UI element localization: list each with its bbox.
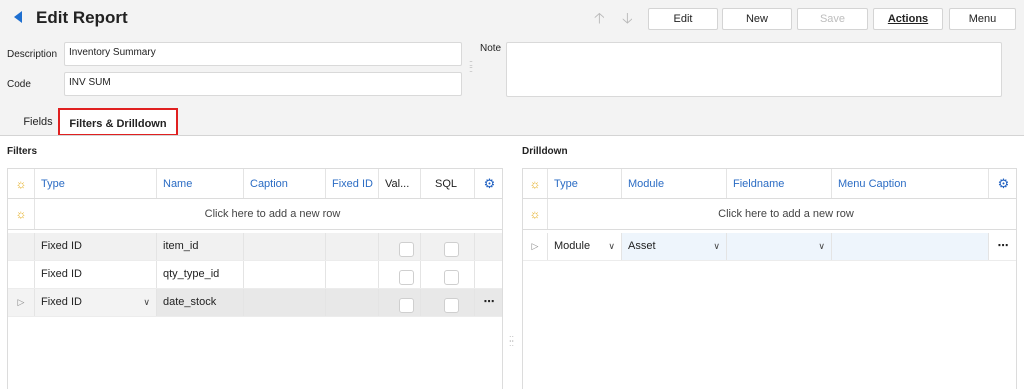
- name-cell[interactable]: date_stock: [157, 289, 244, 316]
- chevron-down-icon[interactable]: ∨: [713, 233, 720, 260]
- filters-section-title: Filters: [7, 146, 38, 157]
- chevron-down-icon[interactable]: ∨: [818, 233, 825, 260]
- column-header-fieldname[interactable]: Fieldname: [727, 169, 832, 198]
- val-checkbox[interactable]: [399, 241, 414, 257]
- column-header-caption[interactable]: Caption: [244, 169, 326, 198]
- caption-cell[interactable]: [244, 289, 326, 316]
- column-header-fixed-id[interactable]: Fixed ID: [326, 169, 379, 198]
- val-checkbox[interactable]: [399, 269, 414, 285]
- column-header-name[interactable]: Name: [157, 169, 244, 198]
- filters-grid: ☼ Type Name Caption Fixed ID Val... SQL …: [7, 168, 503, 389]
- arrow-up-icon[interactable]: 🡡: [594, 8, 605, 33]
- table-row[interactable]: ▷ Fixed ID ∨ date_stock ⋯: [8, 289, 502, 317]
- type-cell[interactable]: Module ∨: [548, 233, 622, 260]
- back-arrow-icon[interactable]: [14, 11, 22, 23]
- splitter-grip-icon[interactable]: ::::: [469, 59, 473, 74]
- drilldown-section-title: Drilldown: [522, 146, 568, 157]
- drilldown-add-row[interactable]: ☼ Click here to add a new row: [523, 199, 1016, 230]
- page-title: Edit Report: [36, 8, 128, 27]
- tab-filters-drilldown[interactable]: Filters & Drilldown: [58, 108, 178, 136]
- code-field[interactable]: INV SUM: [64, 72, 462, 96]
- filters-add-row[interactable]: ☼ Click here to add a new row: [8, 199, 502, 230]
- add-row-link[interactable]: Click here to add a new row: [548, 199, 1016, 229]
- fixed-id-cell[interactable]: [326, 289, 379, 316]
- gear-icon[interactable]: ⚙: [475, 169, 502, 198]
- ellipsis-icon[interactable]: ⋯: [989, 233, 1016, 260]
- arrow-down-icon[interactable]: 🡣: [622, 8, 633, 33]
- code-label: Code: [7, 79, 31, 90]
- type-cell[interactable]: Fixed ID: [35, 261, 157, 288]
- fixed-id-cell[interactable]: [326, 261, 379, 288]
- column-header-type[interactable]: Type: [548, 169, 622, 198]
- type-cell[interactable]: Fixed ID: [35, 233, 157, 260]
- fixed-id-cell[interactable]: [326, 233, 379, 260]
- sun-icon: ☼: [523, 199, 548, 229]
- table-row[interactable]: ▷ Module ∨ Asset ∨ ∨ ⋯: [523, 233, 1016, 261]
- add-row-link[interactable]: Click here to add a new row: [35, 199, 502, 229]
- caption-cell[interactable]: [244, 261, 326, 288]
- fieldname-cell[interactable]: ∨: [727, 233, 832, 260]
- actions-button[interactable]: Actions: [873, 8, 943, 30]
- triangle-right-icon: ▷: [523, 233, 548, 260]
- sql-checkbox[interactable]: [444, 241, 459, 257]
- sql-checkbox[interactable]: [444, 269, 459, 285]
- sql-checkbox[interactable]: [444, 297, 459, 313]
- type-cell[interactable]: Fixed ID ∨: [35, 289, 157, 316]
- chevron-down-icon[interactable]: ∨: [608, 233, 615, 260]
- menu-caption-cell[interactable]: [832, 233, 989, 260]
- chevron-down-icon[interactable]: ∨: [143, 289, 150, 316]
- note-label: Note: [480, 43, 502, 54]
- column-header-menu-caption[interactable]: Menu Caption: [832, 169, 989, 198]
- column-header-val[interactable]: Val...: [379, 169, 421, 198]
- column-header-sql[interactable]: SQL: [421, 169, 475, 198]
- description-label: Description: [7, 49, 58, 60]
- save-button[interactable]: Save: [797, 8, 868, 30]
- table-row[interactable]: Fixed ID item_id: [8, 233, 502, 261]
- column-header-type[interactable]: Type: [35, 169, 157, 198]
- ellipsis-icon[interactable]: ⋯: [475, 289, 502, 316]
- name-cell[interactable]: qty_type_id: [157, 261, 244, 288]
- sun-icon: ☼: [8, 169, 35, 198]
- drilldown-grid: ☼ Type Module Fieldname Menu Caption ⚙ ☼…: [522, 168, 1017, 389]
- splitter-grip-icon[interactable]: ::::: [509, 334, 514, 348]
- edit-button[interactable]: Edit: [648, 8, 718, 30]
- description-field[interactable]: Inventory Summary: [64, 42, 462, 66]
- filters-header-row: ☼ Type Name Caption Fixed ID Val... SQL …: [8, 169, 502, 199]
- tab-fields[interactable]: Fields: [17, 108, 59, 136]
- sun-icon: ☼: [8, 199, 35, 229]
- module-cell[interactable]: Asset ∨: [622, 233, 727, 260]
- name-cell[interactable]: item_id: [157, 233, 244, 260]
- triangle-right-icon: ▷: [8, 289, 35, 316]
- menu-button[interactable]: Menu: [949, 8, 1016, 30]
- caption-cell[interactable]: [244, 233, 326, 260]
- column-header-module[interactable]: Module: [622, 169, 727, 198]
- note-field[interactable]: [506, 42, 1002, 97]
- new-button[interactable]: New: [722, 8, 792, 30]
- val-checkbox[interactable]: [399, 297, 414, 313]
- drilldown-header-row: ☼ Type Module Fieldname Menu Caption ⚙: [523, 169, 1016, 199]
- gear-icon[interactable]: ⚙: [989, 169, 1016, 198]
- sun-icon: ☼: [523, 169, 548, 198]
- table-row[interactable]: Fixed ID qty_type_id: [8, 261, 502, 289]
